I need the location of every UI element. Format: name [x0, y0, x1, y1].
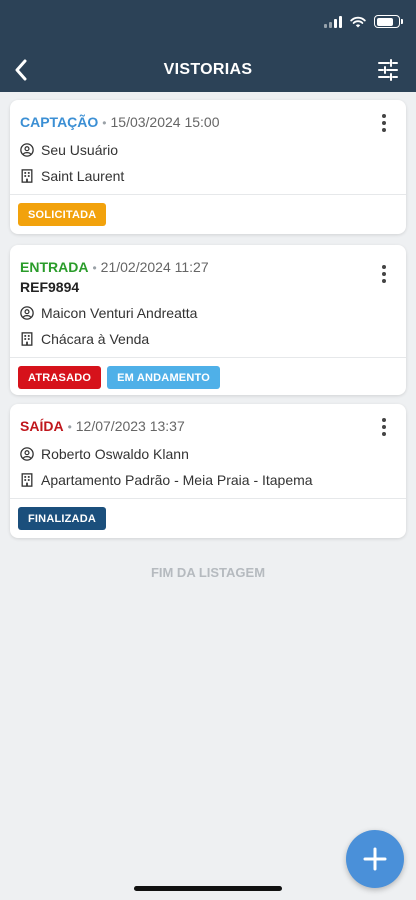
property-name: Apartamento Padrão - Meia Praia - Itapem… — [41, 472, 313, 488]
more-options-icon[interactable] — [376, 265, 392, 283]
battery-icon — [374, 15, 403, 28]
user-name: Roberto Oswaldo Klann — [41, 446, 189, 462]
inspection-card[interactable]: SAÍDA • 12/07/2023 13:37 Roberto Oswaldo… — [10, 404, 406, 538]
inspection-card[interactable]: CAPTAÇÃO • 15/03/2024 15:00 Seu Usuário … — [10, 100, 406, 234]
add-inspection-button[interactable] — [346, 830, 404, 888]
plus-icon — [363, 847, 387, 871]
property-name: Saint Laurent — [41, 168, 125, 184]
user-name: Maicon Venturi Andreatta — [41, 305, 198, 321]
user-name: Seu Usuário — [41, 142, 119, 158]
reference-code: REF9894 — [20, 279, 80, 295]
user-circle-icon — [20, 306, 34, 320]
inspection-date: 15/03/2024 15:00 — [110, 114, 220, 130]
status-badge: ATRASADO — [18, 366, 102, 389]
page-title: VISTORIAS — [163, 61, 253, 78]
building-icon — [21, 169, 33, 183]
user-circle-icon — [20, 447, 34, 461]
inspection-type: ENTRADA — [20, 259, 89, 275]
status-bar — [324, 15, 403, 28]
user-circle-icon — [20, 143, 34, 157]
building-icon — [21, 332, 33, 346]
sliders-icon — [378, 59, 398, 81]
more-options-icon[interactable] — [376, 114, 392, 132]
inspection-type: SAÍDA — [20, 418, 64, 434]
top-bar: VISTORIAS — [0, 0, 416, 92]
wifi-icon — [350, 16, 366, 27]
filter-button[interactable] — [376, 58, 400, 82]
inspection-date: 12/07/2023 13:37 — [75, 418, 185, 434]
separator-dot: • — [102, 116, 107, 130]
property-name: Chácara à Venda — [41, 331, 150, 347]
status-badge: FINALIZADA — [18, 507, 106, 530]
cellular-signal-icon — [324, 15, 342, 28]
inspection-type: CAPTAÇÃO — [20, 114, 99, 130]
inspection-date: 21/02/2024 11:27 — [100, 259, 209, 275]
status-badge: SOLICITADA — [18, 203, 107, 226]
building-icon — [21, 473, 33, 487]
more-options-icon[interactable] — [376, 418, 392, 436]
separator-dot: • — [92, 261, 97, 275]
inspection-card[interactable]: ENTRADA • 21/02/2024 11:27 REF9894 Maico… — [10, 245, 406, 395]
separator-dot: • — [67, 420, 72, 434]
home-indicator — [134, 886, 282, 891]
end-of-list-label: FIM DA LISTAGEM — [150, 565, 266, 580]
status-badge: EM ANDAMENTO — [107, 366, 220, 389]
